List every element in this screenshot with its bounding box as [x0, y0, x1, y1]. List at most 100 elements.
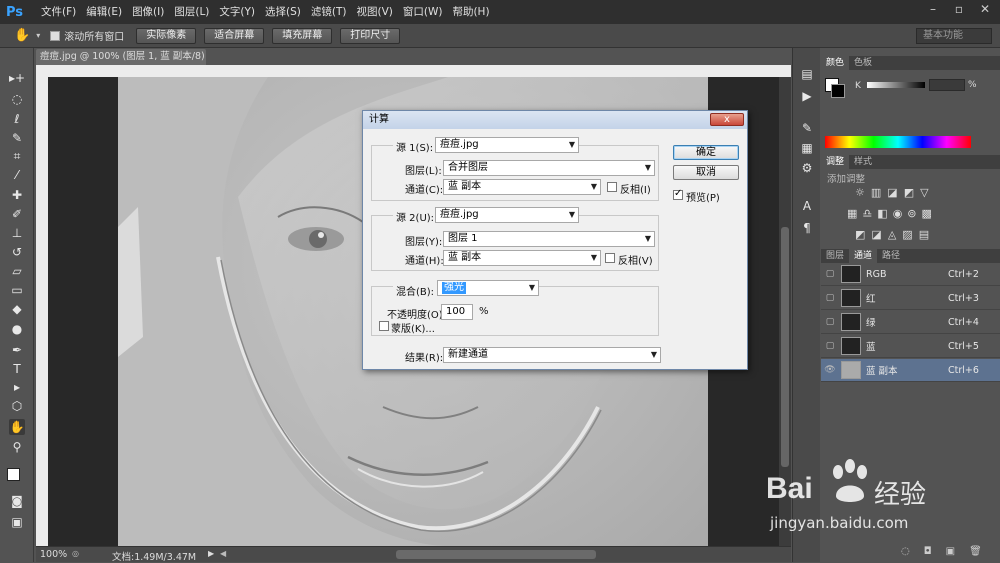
quick-mask-icon[interactable]: ◙ — [9, 493, 25, 509]
source1-file-select[interactable]: 痘痘.jpg ▼ — [435, 137, 579, 153]
shape-tool-icon[interactable]: ⬡ — [9, 398, 25, 414]
dodge-tool-icon[interactable]: ● — [9, 321, 25, 337]
tab-swatches[interactable]: 色板 — [849, 56, 877, 70]
visibility-toggle[interactable]: ▢ — [821, 341, 839, 351]
tool-presets-icon[interactable]: ⚙ — [799, 160, 815, 176]
tab-layers[interactable]: 图层 — [821, 249, 849, 263]
fill-screen-button[interactable]: 填充屏幕 — [272, 27, 333, 44]
blend-mode-select[interactable]: 强光 ▼ — [437, 280, 539, 296]
hand-tool-icon[interactable]: ✋ — [9, 419, 25, 435]
paragraph-panel-icon[interactable]: ¶ — [799, 220, 815, 236]
menu-window[interactable]: 窗口(W) — [398, 0, 448, 24]
character-panel-icon[interactable]: A — [799, 198, 815, 214]
tab-paths[interactable]: 路径 — [877, 249, 905, 263]
visibility-toggle[interactable]: ▢ — [821, 293, 839, 303]
mask-label[interactable]: 蒙版(K)... — [391, 320, 435, 335]
zoom-tool-icon[interactable]: ⚲ — [9, 439, 25, 455]
source2-invert-checkbox[interactable] — [605, 253, 615, 263]
path-select-tool-icon[interactable]: ▸ — [9, 379, 25, 395]
zoom-level[interactable]: 100% — [40, 549, 67, 560]
crop-tool-icon[interactable]: ⌗ — [9, 148, 25, 164]
history-brush-tool-icon[interactable]: ↺ — [9, 244, 25, 260]
brush-tool-icon[interactable]: ✐ — [9, 206, 25, 222]
channel-row-rgb[interactable]: ▢ RGB Ctrl+2 — [821, 263, 1000, 286]
menu-type[interactable]: 文字(Y) — [214, 0, 260, 24]
minimize-icon[interactable]: – — [922, 2, 944, 18]
source2-file-select[interactable]: 痘痘.jpg ▼ — [435, 207, 579, 223]
eyedropper-tool-icon[interactable]: ⁄ — [9, 167, 25, 183]
threshold-icon[interactable]: ◬ — [888, 228, 896, 241]
channel-row-green[interactable]: ▢ 绿 Ctrl+4 — [821, 311, 1000, 334]
source2-layer-select[interactable]: 图层 1 ▼ — [443, 231, 655, 247]
source1-layer-select[interactable]: 合并图层 ▼ — [443, 160, 655, 176]
menu-layer[interactable]: 图层(L) — [169, 0, 214, 24]
horizontal-scroll-thumb[interactable] — [396, 550, 596, 559]
preview-checkbox[interactable] — [673, 188, 683, 200]
tab-adjustments[interactable]: 调整 — [821, 155, 850, 169]
healing-brush-tool-icon[interactable]: ✚ — [9, 187, 25, 203]
menu-edit[interactable]: 编辑(E) — [81, 0, 127, 24]
channel-row-blue-copy[interactable]: 👁 蓝 副本 Ctrl+6 — [821, 359, 1000, 382]
cancel-button[interactable]: 取消 — [673, 165, 739, 180]
quick-select-tool-icon[interactable]: ✎ — [9, 130, 25, 146]
workspace-select[interactable]: 基本功能 — [916, 28, 992, 44]
new-channel-icon[interactable]: ▣ — [946, 546, 955, 557]
actions-panel-icon[interactable]: ▶ — [799, 88, 815, 104]
delete-channel-icon[interactable]: 🗑 — [969, 546, 982, 557]
opacity-input[interactable]: 100 — [441, 304, 473, 320]
restore-icon[interactable]: ▫ — [948, 2, 970, 18]
vertical-scroll-thumb[interactable] — [781, 227, 789, 467]
color-lookup-icon[interactable]: ▩ — [922, 207, 932, 220]
blur-tool-icon[interactable]: ◆ — [9, 301, 25, 317]
curves-icon[interactable]: ◪ — [887, 186, 897, 199]
print-size-button[interactable]: 打印尺寸 — [340, 27, 401, 44]
black-white-icon[interactable]: ◧ — [877, 207, 887, 220]
menu-image[interactable]: 图像(I) — [127, 0, 169, 24]
load-selection-icon[interactable]: ◌ — [901, 546, 910, 557]
menu-view[interactable]: 视图(V) — [351, 0, 397, 24]
menu-select[interactable]: 选择(S) — [260, 0, 306, 24]
gradient-map-icon[interactable]: ▨ — [902, 228, 912, 241]
save-selection-icon[interactable]: ◘ — [924, 546, 932, 557]
menu-help[interactable]: 帮助(H) — [447, 0, 494, 24]
marquee-tool-icon[interactable]: ◌ — [9, 91, 25, 107]
brush-panel-icon[interactable]: ✎ — [799, 120, 815, 136]
type-tool-icon[interactable]: T — [9, 361, 25, 377]
scroll-all-checkbox[interactable] — [50, 30, 61, 41]
source2-channel-select[interactable]: 蓝 副本 ▼ — [443, 250, 601, 266]
channel-row-red[interactable]: ▢ 红 Ctrl+3 — [821, 287, 1000, 310]
tool-preset-dropdown-icon[interactable]: ▾ — [36, 31, 40, 40]
color-background-swatch[interactable] — [831, 84, 845, 98]
menu-file[interactable]: 文件(F) — [36, 0, 81, 24]
hand-tool-icon[interactable]: ✋ — [14, 28, 30, 43]
lasso-tool-icon[interactable]: ℓ — [9, 111, 25, 127]
brightness-icon[interactable]: ☼ — [855, 186, 865, 199]
pen-tool-icon[interactable]: ✒ — [9, 342, 25, 358]
brush-presets-icon[interactable]: ▦ — [799, 140, 815, 156]
eye-icon[interactable]: 👁 — [821, 365, 839, 375]
visibility-toggle[interactable]: ▢ — [821, 317, 839, 327]
clone-stamp-tool-icon[interactable]: ⊥ — [9, 225, 25, 241]
foreground-color-swatch[interactable] — [7, 468, 20, 481]
color-balance-icon[interactable]: ♎ — [862, 207, 872, 220]
result-select[interactable]: 新建通道 ▼ — [443, 347, 661, 363]
tab-color[interactable]: 颜色 — [821, 56, 850, 70]
visibility-toggle[interactable]: ▢ — [821, 269, 839, 279]
tab-styles[interactable]: 样式 — [849, 155, 877, 169]
menu-filter[interactable]: 滤镜(T) — [306, 0, 352, 24]
screen-mode-icon[interactable]: ▣ — [9, 514, 25, 530]
source1-invert-checkbox[interactable] — [607, 182, 617, 192]
status-menu-arrow-icon[interactable]: ▶ — [208, 549, 214, 558]
fit-screen-button[interactable]: 适合屏幕 — [204, 27, 265, 44]
k-value-input[interactable] — [929, 79, 965, 91]
channel-mixer-icon[interactable]: ⊚ — [907, 207, 916, 220]
color-ramp[interactable] — [825, 136, 971, 148]
document-tab[interactable]: 痘痘.jpg @ 100% (图层 1, 蓝 副本/8) * × — [36, 49, 206, 78]
gradient-tool-icon[interactable]: ▭ — [9, 282, 25, 298]
vertical-scrollbar[interactable] — [779, 77, 791, 546]
hue-icon[interactable]: ▦ — [847, 207, 857, 220]
source1-channel-select[interactable]: 蓝 副本 ▼ — [443, 179, 601, 195]
move-tool-icon[interactable]: ▸+ — [9, 70, 25, 86]
eraser-tool-icon[interactable]: ▱ — [9, 263, 25, 279]
ok-button[interactable]: 确定 — [673, 145, 739, 160]
